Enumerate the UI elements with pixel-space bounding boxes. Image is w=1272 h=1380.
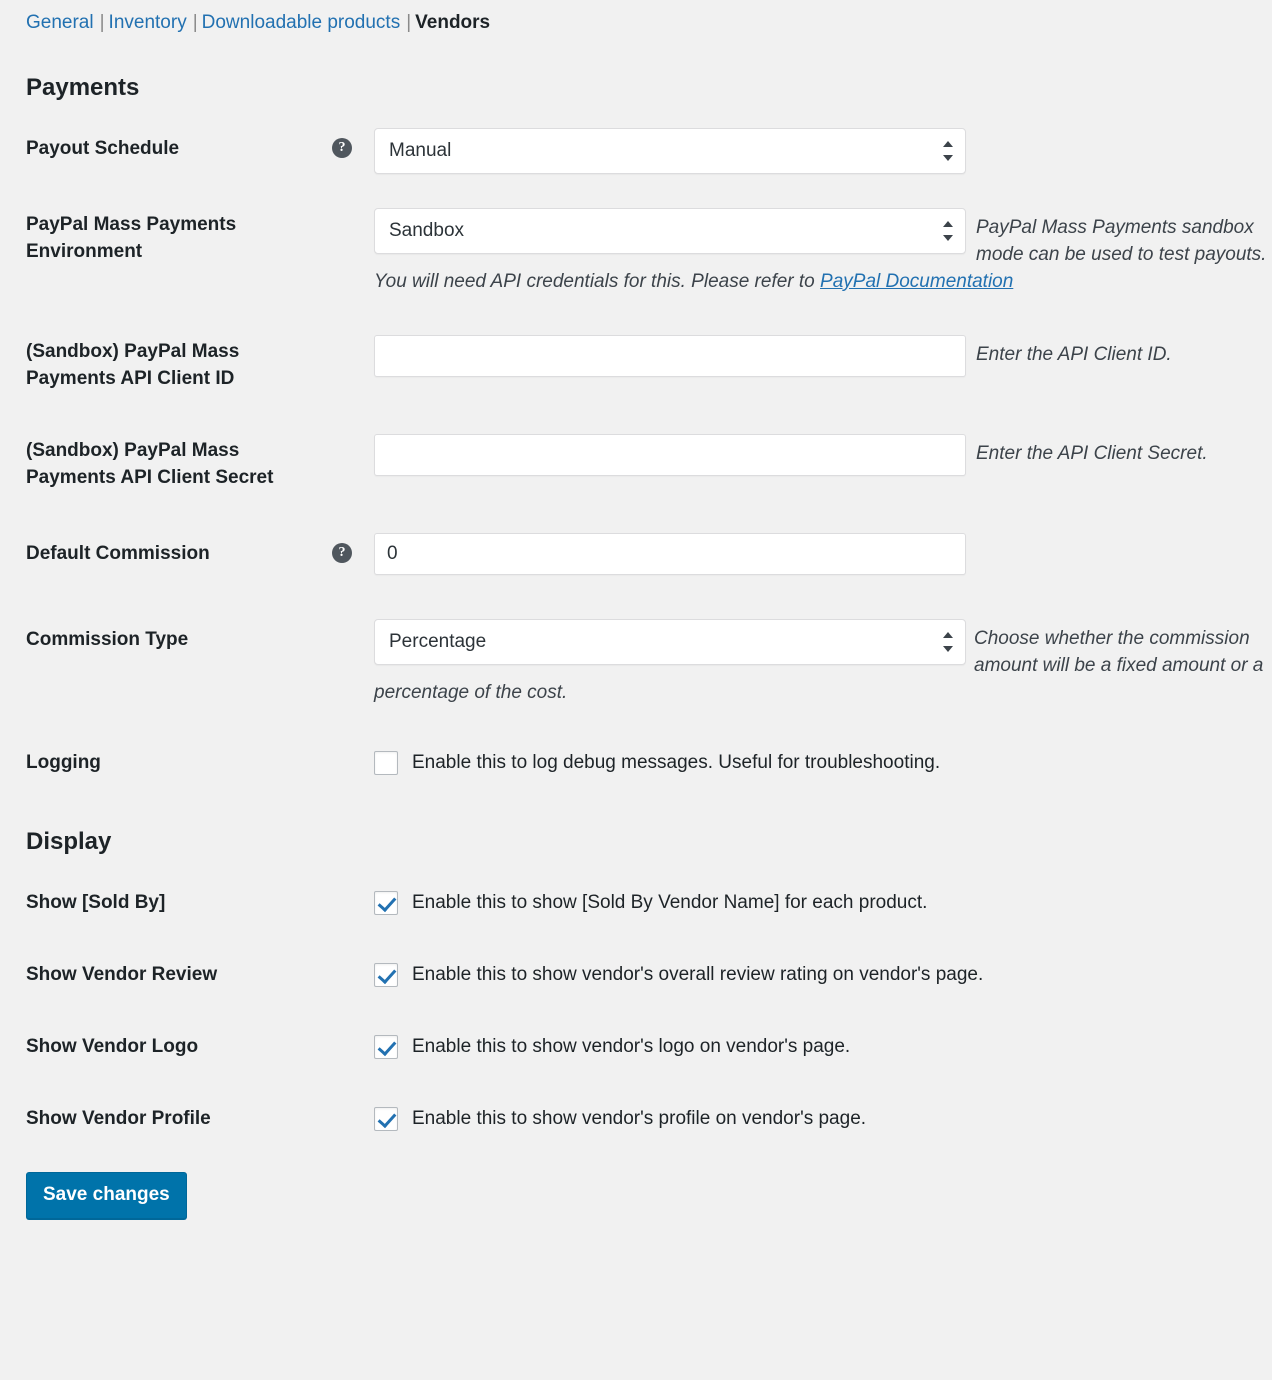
- field-payout-schedule: Manual: [374, 128, 1272, 174]
- help-spacer: [332, 218, 352, 238]
- payout-schedule-select[interactable]: Manual: [374, 128, 966, 174]
- show-vendor-profile-checkbox-wrap[interactable]: Enable this to show vendor's profile on …: [374, 1102, 1272, 1132]
- help-icon[interactable]: ?: [332, 138, 352, 158]
- logging-checkbox[interactable]: [374, 751, 398, 775]
- field-show-vendor-profile: Enable this to show vendor's profile on …: [374, 1102, 1272, 1132]
- field-api-client-secret: Enter the API Client Secret.: [374, 434, 1272, 476]
- api-client-secret-input[interactable]: [374, 434, 966, 476]
- field-api-client-id: Enter the API Client ID.: [374, 335, 1272, 377]
- commission-type-select[interactable]: Percentage: [374, 619, 966, 665]
- show-vendor-logo-checkbox-wrap[interactable]: Enable this to show vendor's logo on ven…: [374, 1030, 1272, 1060]
- paypal-environment-select[interactable]: Sandbox: [374, 208, 966, 254]
- field-show-sold-by: Enable this to show [Sold By Vendor Name…: [374, 886, 1272, 916]
- help-spacer: [332, 753, 352, 773]
- tab-separator-1: |: [99, 12, 105, 33]
- settings-tab-nav: General | Inventory | Downloadable products |…: [0, 0, 1272, 36]
- field-default-commission: [374, 533, 1272, 575]
- row-api-client-secret: (Sandbox) PayPal Mass Payments API Clien…: [0, 434, 1272, 491]
- help-spacer: [332, 629, 352, 649]
- row-show-vendor-profile: Show Vendor Profile Enable this to show …: [0, 1102, 1272, 1132]
- tab-inventory[interactable]: Inventory: [109, 12, 187, 33]
- row-default-commission: Default Commission ?: [0, 533, 1272, 575]
- show-sold-by-checkbox-wrap[interactable]: Enable this to show [Sold By Vendor Name…: [374, 886, 1272, 916]
- help-spacer: [332, 1037, 352, 1057]
- vendors-settings-page: General | Inventory | Downloadable products |…: [0, 0, 1272, 1380]
- help-spacer: [332, 444, 352, 464]
- display-section-heading: Display: [26, 828, 112, 855]
- field-commission-type: Percentage Choose whether the commission…: [374, 619, 1272, 706]
- row-show-sold-by: Show [Sold By] Enable this to show [Sold…: [0, 886, 1272, 916]
- commission-type-value: Percentage: [389, 631, 487, 652]
- help-spacer: [332, 1109, 352, 1129]
- field-logging: Enable this to log debug messages. Usefu…: [374, 746, 1272, 776]
- row-paypal-environment: PayPal Mass Payments Environment Sandbox…: [0, 208, 1272, 295]
- show-vendor-logo-checkbox[interactable]: [374, 1035, 398, 1059]
- show-sold-by-checkbox[interactable]: [374, 891, 398, 915]
- api-client-id-input[interactable]: [374, 335, 966, 377]
- help-icon[interactable]: ?: [332, 543, 352, 563]
- chevron-updown-icon: [943, 631, 953, 653]
- row-api-client-id: (Sandbox) PayPal Mass Payments API Clien…: [0, 335, 1272, 392]
- field-show-vendor-review: Enable this to show vendor's overall rev…: [374, 958, 1272, 988]
- show-vendor-review-checkbox-label: Enable this to show vendor's overall rev…: [412, 964, 984, 985]
- label-show-sold-by: Show [Sold By]: [26, 891, 166, 913]
- tab-separator-3: |: [406, 12, 412, 33]
- show-vendor-profile-checkbox[interactable]: [374, 1107, 398, 1131]
- row-show-vendor-logo: Show Vendor Logo Enable this to show ven…: [0, 1030, 1272, 1060]
- chevron-updown-icon: [943, 140, 953, 162]
- row-show-vendor-review: Show Vendor Review Enable this to show v…: [0, 958, 1272, 988]
- tab-separator-2: |: [192, 12, 198, 33]
- label-default-commission: Default Commission: [26, 543, 210, 564]
- show-vendor-profile-checkbox-label: Enable this to show vendor's profile on …: [412, 1108, 867, 1129]
- row-payout-schedule: Payout Schedule ? Manual: [0, 128, 1272, 174]
- label-paypal-environment: PayPal Mass Payments Environment: [26, 214, 237, 262]
- payout-schedule-value: Manual: [389, 140, 452, 161]
- payments-form-table: Payout Schedule ? Manual PayPal Mass Pay…: [0, 128, 1272, 776]
- label-api-client-secret: (Sandbox) PayPal Mass Payments API Clien…: [26, 440, 274, 488]
- help-spacer: [332, 893, 352, 913]
- default-commission-input[interactable]: [374, 533, 966, 575]
- label-show-vendor-profile: Show Vendor Profile: [26, 1107, 211, 1129]
- label-show-vendor-review: Show Vendor Review: [26, 963, 218, 985]
- chevron-updown-icon: [943, 220, 953, 242]
- label-show-vendor-logo: Show Vendor Logo: [26, 1035, 199, 1057]
- help-spacer: [332, 345, 352, 365]
- logging-checkbox-wrap[interactable]: Enable this to log debug messages. Usefu…: [374, 746, 1272, 776]
- label-payout-schedule: Payout Schedule: [26, 138, 180, 159]
- row-logging: Logging Enable this to log debug message…: [0, 746, 1272, 776]
- label-api-client-id: (Sandbox) PayPal Mass Payments API Clien…: [26, 341, 240, 389]
- label-commission-type: Commission Type: [26, 629, 189, 650]
- row-commission-type: Commission Type Percentage Choose whethe…: [0, 619, 1272, 706]
- field-paypal-environment: Sandbox PayPal Mass Payments sandbox mod…: [374, 208, 1272, 295]
- tab-vendors[interactable]: Vendors: [415, 12, 490, 33]
- label-logging: Logging: [26, 751, 101, 773]
- field-show-vendor-logo: Enable this to show vendor's logo on ven…: [374, 1030, 1272, 1060]
- display-form-table: Show [Sold By] Enable this to show [Sold…: [0, 886, 1272, 1132]
- help-spacer: [332, 965, 352, 985]
- show-vendor-review-checkbox[interactable]: [374, 963, 398, 987]
- save-changes-button[interactable]: Save changes: [26, 1172, 187, 1219]
- tab-general[interactable]: General: [26, 12, 94, 33]
- show-sold-by-checkbox-label: Enable this to show [Sold By Vendor Name…: [412, 892, 928, 913]
- show-vendor-logo-checkbox-label: Enable this to show vendor's logo on ven…: [412, 1036, 851, 1057]
- payments-section-heading: Payments: [26, 74, 140, 101]
- paypal-documentation-link[interactable]: PayPal Documentation: [820, 271, 1013, 292]
- show-vendor-review-checkbox-wrap[interactable]: Enable this to show vendor's overall rev…: [374, 958, 1272, 988]
- tab-downloadable-products[interactable]: Downloadable products: [202, 12, 401, 33]
- paypal-environment-value: Sandbox: [389, 220, 465, 241]
- save-button-container: Save changes: [0, 1132, 1272, 1219]
- logging-checkbox-label: Enable this to log debug messages. Usefu…: [412, 752, 941, 773]
